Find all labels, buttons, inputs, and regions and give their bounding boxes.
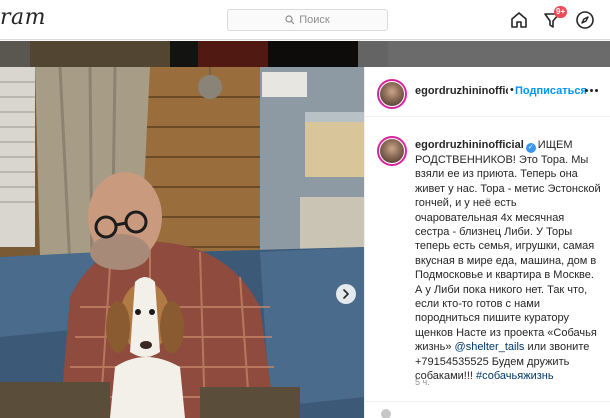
caption-text: ИЩЕМ РОДСТВЕННИКОВ! Это Тора. Мы взяли е… [415, 139, 601, 354]
next-photo-button[interactable] [336, 284, 356, 304]
top-nav: ram Поиск 9+ [0, 0, 610, 40]
post-modal: egordruzhininoffici • Подписаться egordr… [0, 67, 610, 418]
post-caption: egordruzhininofficial ✓ ИЩЕМ РОДСТВЕННИКОВ… [415, 138, 601, 384]
post-timestamp[interactable]: 5 ч. [415, 377, 430, 387]
comment-avatar [381, 409, 391, 418]
chevron-right-icon [343, 289, 349, 299]
divider [365, 401, 610, 402]
search-placeholder: Поиск [299, 14, 330, 26]
follow-button[interactable]: Подписаться [515, 85, 587, 97]
photo-man-with-dog [0, 67, 364, 418]
post-sidebar: egordruzhininoffici • Подписаться egordr… [364, 67, 610, 418]
search-icon [285, 15, 295, 25]
explore-icon[interactable] [575, 10, 595, 30]
home-icon[interactable] [509, 10, 529, 30]
more-options-icon[interactable] [585, 89, 598, 92]
mention-link[interactable]: @shelter_tails [455, 341, 525, 353]
caption-avatar[interactable] [377, 136, 407, 166]
caption-username[interactable]: egordruzhininofficial [415, 139, 524, 151]
post-header: egordruzhininoffici • Подписаться [365, 67, 610, 117]
hashtag-link[interactable]: #собачьяжизнь [476, 370, 554, 382]
post-photo[interactable] [0, 67, 364, 418]
separator-dot: • [510, 84, 514, 96]
avatar[interactable] [377, 79, 407, 109]
verified-badge-icon: ✓ [525, 143, 536, 153]
notification-badge: 9+ [554, 6, 568, 18]
search-input[interactable]: Поиск [227, 9, 388, 31]
instagram-logo[interactable]: ram [0, 5, 46, 30]
header-username[interactable]: egordruzhininoffici [415, 85, 508, 97]
